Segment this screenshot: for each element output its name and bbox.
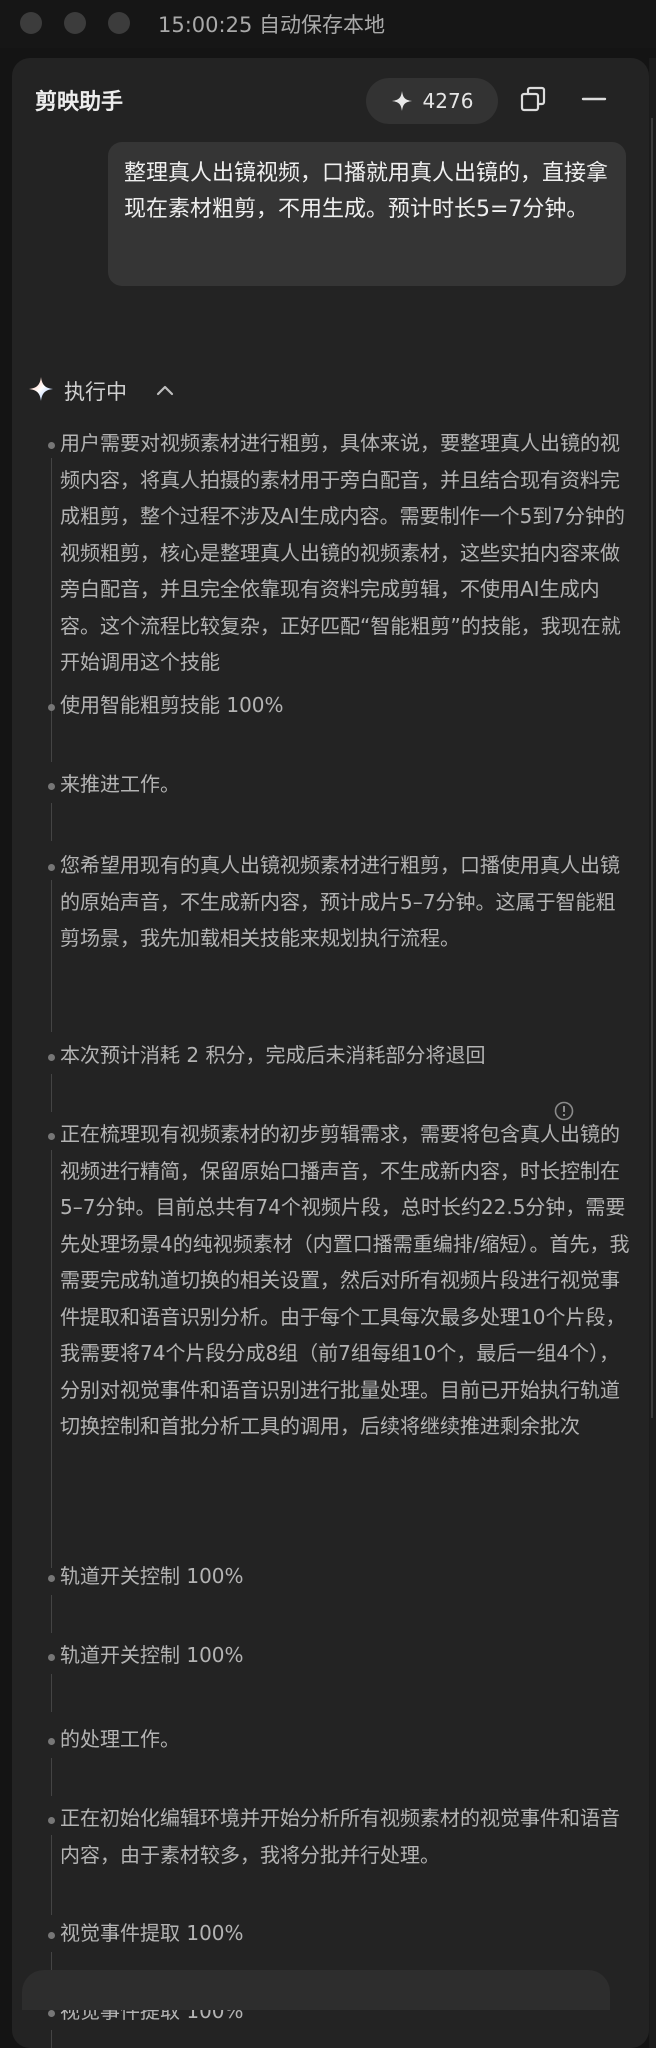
timeline-connector <box>51 803 52 841</box>
window-titlebar: 15:00:25 自动保存本地 <box>0 0 656 48</box>
step-item: 正在梳理现有视频素材的初步剪辑需求，需要将包含真人出镜的视频进行精简，保留原始口… <box>60 1122 630 1438</box>
timeline-connector <box>51 458 52 740</box>
status-label: 执行中 <box>64 380 127 404</box>
step-bullet <box>48 1054 55 1061</box>
step-item: 来推进工作。 <box>60 772 180 796</box>
timeline-connector <box>51 1674 52 1712</box>
timeline-connector <box>51 724 52 762</box>
timeline-connector <box>51 1835 52 1915</box>
user-message-text: 整理真人出镜视频，口播就用真人出镜的，直接拿现在素材粗剪，不用生成。预计时长5=… <box>124 161 609 222</box>
panel-title: 剪映助手 <box>35 90 124 115</box>
credits-button[interactable]: 4276 <box>366 78 498 124</box>
step-item: 的处理工作。 <box>60 1727 180 1751</box>
step-bullet <box>48 442 55 449</box>
timeline-connector <box>51 2030 52 2048</box>
sparkle-icon <box>391 90 413 112</box>
step-item: 轨道开关控制 100% <box>60 1564 244 1588</box>
credits-count: 4276 <box>422 89 474 113</box>
ai-sparkle-icon <box>28 376 54 406</box>
step-bullet <box>48 1133 55 1140</box>
step-bullet <box>48 2010 55 2017</box>
window-restore-button[interactable] <box>514 82 552 120</box>
step-bullet <box>48 783 55 790</box>
step-item: 本次预计消耗 2 积分，完成后未消耗部分将退回 <box>60 1043 486 1067</box>
timeline-connector <box>51 1074 52 1112</box>
step-bullet <box>48 1654 55 1661</box>
step-item: 视觉事件提取 100% <box>60 1921 244 1945</box>
step-bullet <box>48 1817 55 1824</box>
window-minimize-button[interactable] <box>64 12 86 34</box>
step-bullet <box>48 1932 55 1939</box>
step-item: 使用智能粗剪技能 100% <box>60 693 284 717</box>
step-item: 正在初始化编辑环境并开始分析所有视频素材的视觉事件和语音内容，由于素材较多，我将… <box>60 1806 620 1867</box>
input-area-edge <box>22 1970 610 2010</box>
timeline-connector <box>51 1150 52 1568</box>
step-bullet <box>48 1738 55 1745</box>
step-item: 您希望用现有的真人出镜视频素材进行粗剪，口播使用真人出镜的原始声音，不生成新内容… <box>60 853 620 950</box>
minimize-button[interactable] <box>575 82 613 120</box>
right-edge <box>649 58 656 2048</box>
window-zoom-button[interactable] <box>108 12 130 34</box>
window-restore-icon <box>519 85 547 117</box>
autosave-status: 15:00:25 自动保存本地 <box>158 13 385 37</box>
step-bullet <box>48 1575 55 1582</box>
step-bullet <box>48 864 55 871</box>
window-close-button[interactable] <box>20 12 42 34</box>
minimize-icon <box>580 85 608 117</box>
timeline-connector <box>51 1758 52 1796</box>
chevron-up-icon[interactable] <box>155 382 175 401</box>
assistant-panel: 剪映助手 4276 整理真人出镜视频，口播就用真人出镜的，直接拿现在素材粗剪，不… <box>12 58 649 2048</box>
user-message-bubble: 整理真人出镜视频，口播就用真人出镜的，直接拿现在素材粗剪，不用生成。预计时长5=… <box>108 142 626 286</box>
panel-header: 剪映助手 4276 <box>12 58 649 140</box>
step-item: 用户需要对视频素材进行粗剪，具体来说，要整理真人出镜的视频内容，将真人拍摄的素材… <box>60 431 626 674</box>
step-item: 轨道开关控制 100% <box>60 1643 244 1667</box>
timeline-connector <box>51 880 52 1032</box>
execution-status[interactable]: 执行中 <box>28 376 175 406</box>
step-bullet <box>48 704 55 711</box>
timeline-connector <box>51 1595 52 1633</box>
